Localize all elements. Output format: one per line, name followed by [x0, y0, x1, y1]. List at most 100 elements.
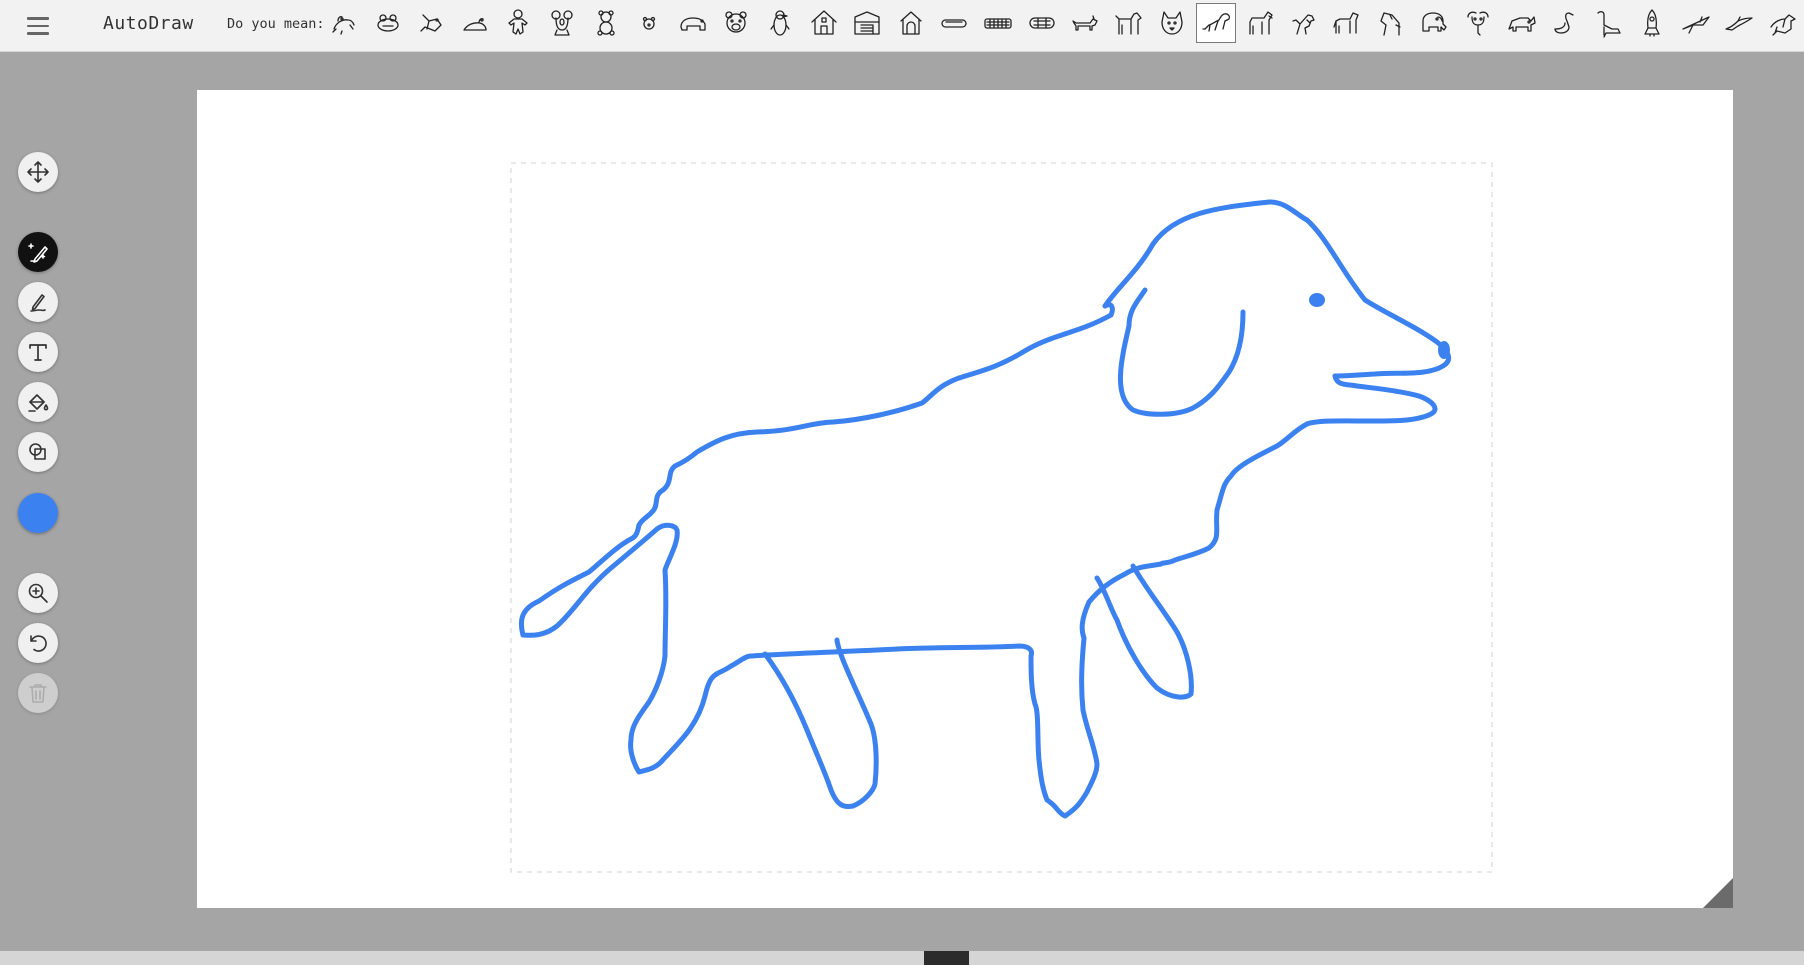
dog-standing-icon [1115, 12, 1142, 35]
suggestion-horse-rearing[interactable] [1283, 3, 1323, 43]
hot-dog-icon [984, 18, 1012, 29]
barn-icon [854, 11, 880, 35]
suggestion-polar-bear-face[interactable] [629, 3, 669, 43]
dragon-icon [1770, 14, 1796, 36]
frog-sitting-icon [463, 18, 487, 31]
zoom-in-icon [28, 583, 48, 603]
bottom-bar [0, 951, 1804, 965]
horse-rearing-icon [1292, 14, 1315, 35]
swan-icon [1554, 12, 1574, 34]
dog-house-icon [900, 11, 922, 35]
suggestion-house[interactable] [804, 3, 844, 43]
elephant-face-icon [1467, 11, 1489, 36]
frog-face-icon [377, 14, 399, 32]
delete-tool-button[interactable] [18, 673, 58, 713]
top-bar: AutoDraw Do you mean: [0, 0, 1804, 52]
suggestion-dachshund[interactable] [1065, 3, 1105, 43]
horse-icon [1249, 11, 1273, 35]
frog-icon [332, 16, 355, 35]
fill-tool-button[interactable] [18, 382, 58, 422]
pony-icon [1333, 12, 1359, 34]
suggestion-koala[interactable] [542, 3, 582, 43]
user-sketch-dog [518, 199, 1452, 819]
penguin-icon [770, 10, 790, 36]
move-tool-button[interactable] [18, 152, 58, 192]
suggestion-frog-face[interactable] [368, 3, 408, 43]
rhino-icon [1508, 16, 1536, 32]
left-toolbar [0, 51, 76, 951]
trash-icon [29, 684, 47, 703]
house-icon [811, 10, 837, 35]
suggestion-dog-standing[interactable] [1109, 3, 1149, 43]
text-icon [29, 344, 47, 361]
suggestion-elephant-face[interactable] [1458, 3, 1498, 43]
autodraw-pen-sparkle-icon [28, 243, 48, 263]
suggestion-sausage[interactable] [1022, 3, 1062, 43]
suggestion-dog-house[interactable] [891, 3, 931, 43]
suggestion-hot-dog[interactable] [978, 3, 1018, 43]
suggestion-dinosaur[interactable] [1588, 3, 1628, 43]
dachshund-icon [1072, 15, 1098, 31]
suggestion-horse-head[interactable] [1370, 3, 1410, 43]
suggestion-rocket[interactable] [1632, 3, 1672, 43]
suggestion-bear[interactable] [673, 3, 713, 43]
zoom-tool-button[interactable] [18, 573, 58, 613]
suggestion-swan[interactable] [1545, 3, 1585, 43]
gingerbread-man-icon [508, 9, 528, 35]
dog-face-icon [1161, 11, 1183, 35]
suggestion-frog-sitting[interactable] [455, 3, 495, 43]
type-tool-button[interactable] [18, 332, 58, 372]
dog-selected-icon [1202, 13, 1231, 32]
suggestion-frog[interactable] [324, 3, 364, 43]
suggestion-bread-loaf[interactable] [934, 3, 974, 43]
sketch-nose [1438, 341, 1450, 359]
koala-icon [551, 10, 573, 36]
sausage-icon [1029, 17, 1055, 29]
teddy-bear-icon [597, 10, 615, 36]
bread-loaf-icon [941, 19, 967, 28]
bear-face-icon [725, 11, 747, 33]
airplane-icon [1682, 16, 1710, 34]
bird-flying-icon [1725, 16, 1753, 31]
draw-tool-button[interactable] [18, 282, 58, 322]
suggestion-teddy-bear[interactable] [586, 3, 626, 43]
horse-head-icon [1380, 12, 1401, 36]
suggestion-barn[interactable] [847, 3, 887, 43]
dinosaur-icon [1597, 11, 1621, 38]
frog-jumping-icon [420, 14, 442, 32]
suggestions-label: Do you mean: [227, 16, 325, 32]
suggestion-elephant[interactable] [1414, 3, 1454, 43]
shapes-icon [29, 443, 46, 460]
bottom-tab-handle[interactable] [924, 951, 969, 965]
paint-bucket-icon [28, 394, 49, 412]
suggestion-bear-face[interactable] [716, 3, 756, 43]
autodraw-tool-button[interactable] [18, 232, 58, 272]
sketch-eye [1309, 293, 1325, 307]
suggestion-gingerbread-man[interactable] [498, 3, 538, 43]
suggestion-pony[interactable] [1327, 3, 1367, 43]
rocket-icon [1644, 9, 1660, 37]
suggestion-dragon[interactable] [1763, 3, 1803, 43]
suggestion-penguin[interactable] [760, 3, 800, 43]
bear-icon [680, 17, 706, 31]
move-icon [27, 161, 49, 183]
suggestion-bird-flying[interactable] [1719, 3, 1759, 43]
elephant-icon [1422, 12, 1447, 32]
shape-tool-button[interactable] [18, 432, 58, 472]
drawing-canvas[interactable] [197, 90, 1733, 908]
suggestion-frog-jumping[interactable] [411, 3, 451, 43]
pencil-icon [30, 294, 46, 312]
suggestion-horse[interactable] [1240, 3, 1280, 43]
polar-bear-face-icon [642, 16, 656, 30]
color-picker-swatch[interactable] [18, 493, 58, 533]
suggestion-rhino[interactable] [1501, 3, 1541, 43]
undo-tool-button[interactable] [18, 623, 58, 663]
app-title: AutoDraw [103, 13, 194, 34]
suggestion-dog-face[interactable] [1152, 3, 1192, 43]
suggestion-dog-selected[interactable] [1196, 3, 1236, 43]
drawing-layer [510, 162, 1493, 873]
menu-icon[interactable] [24, 12, 52, 40]
suggestion-airplane[interactable] [1676, 3, 1716, 43]
undo-icon [30, 635, 47, 652]
canvas-resize-handle[interactable] [1703, 878, 1733, 908]
